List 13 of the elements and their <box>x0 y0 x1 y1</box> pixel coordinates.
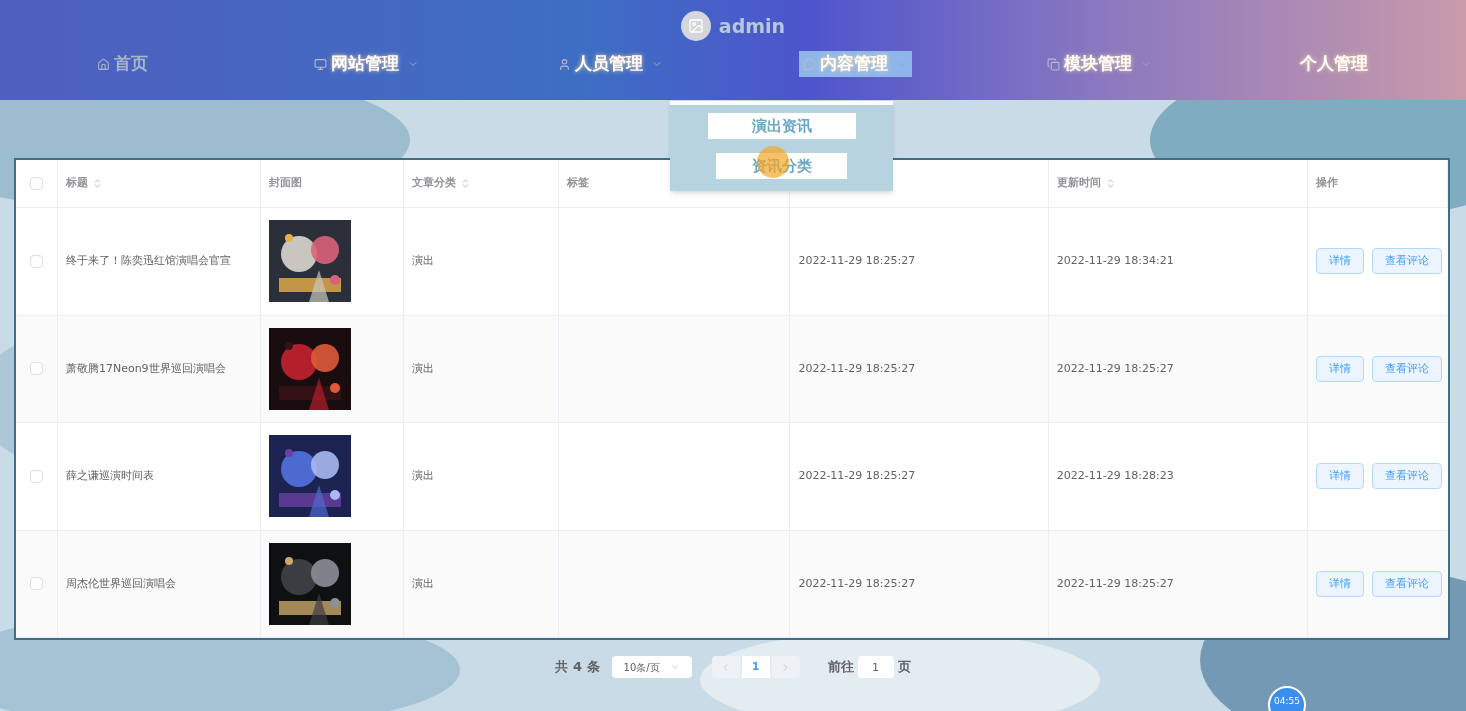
nav-icon <box>802 57 816 71</box>
nav-menu-item[interactable]: 人员管理 <box>554 51 668 77</box>
avatar-icon[interactable] <box>680 11 711 41</box>
nav-menu-item[interactable]: 首页 <box>92 51 152 77</box>
nav-icon <box>96 57 110 71</box>
nav-menu-item[interactable]: 网站管理 <box>310 51 423 77</box>
nav-menu-item[interactable]: 内容管理 <box>798 51 912 77</box>
nav-icon <box>1046 57 1060 71</box>
nav-icon <box>314 57 327 71</box>
nav-icon <box>558 57 572 71</box>
username: admin <box>718 13 786 39</box>
nav-menu-item[interactable]: 模块管理 <box>1042 51 1156 77</box>
nav-menu-item[interactable]: 个人管理 <box>1295 51 1392 77</box>
